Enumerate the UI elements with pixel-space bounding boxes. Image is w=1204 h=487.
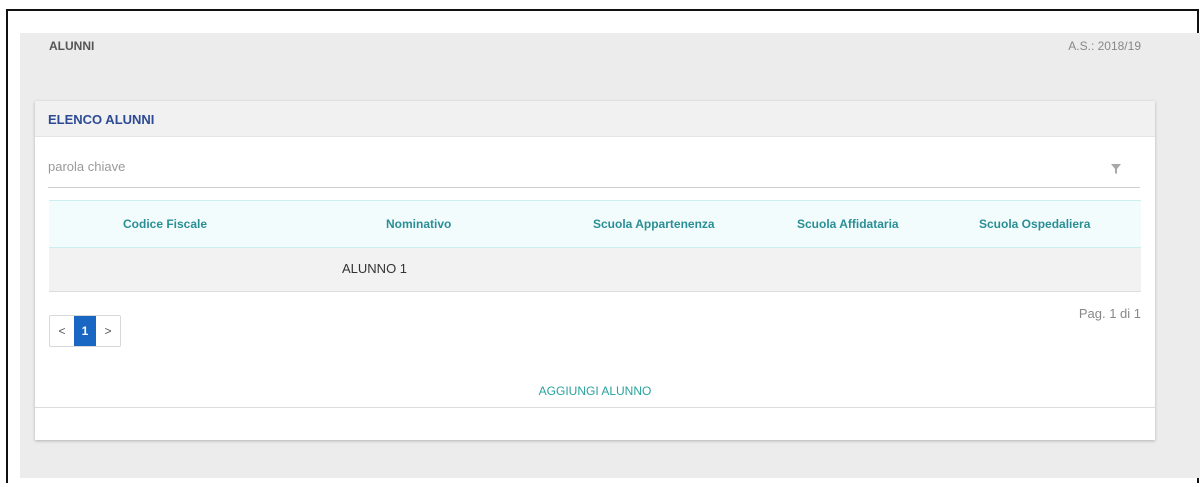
page-title: ALUNNI xyxy=(49,39,95,53)
table-row[interactable]: ALUNNO 1 xyxy=(49,248,1141,292)
column-header-scuola-affidataria[interactable]: Scuola Affidataria xyxy=(797,217,899,231)
column-header-nominativo[interactable]: Nominativo xyxy=(386,217,451,231)
page-info: Pag. 1 di 1 xyxy=(1078,306,1141,321)
students-card: ELENCO ALUNNI Codice Fiscale Nominativo … xyxy=(35,101,1155,440)
next-page-button[interactable]: > xyxy=(96,316,120,346)
card-header xyxy=(35,101,1155,137)
filter-icon[interactable] xyxy=(1110,163,1122,175)
school-year-label: A.S.: 2018/19 xyxy=(1068,39,1141,53)
column-header-codice-fiscale[interactable]: Codice Fiscale xyxy=(123,217,207,231)
column-header-scuola-appartenenza[interactable]: Scuola Appartenenza xyxy=(593,217,715,231)
column-header-scuola-ospedaliera[interactable]: Scuola Ospedaliera xyxy=(979,217,1090,231)
prev-page-button[interactable]: < xyxy=(50,316,74,346)
search-field xyxy=(48,155,1140,188)
page-1-button[interactable]: 1 xyxy=(74,316,96,346)
divider xyxy=(35,407,1155,408)
add-student-button[interactable]: AGGIUNGI ALUNNO xyxy=(35,384,1155,398)
card-title: ELENCO ALUNNI xyxy=(48,112,155,127)
students-table: Codice Fiscale Nominativo Scuola Apparte… xyxy=(49,200,1141,292)
cell-nominativo: ALUNNO 1 xyxy=(342,261,408,276)
search-input[interactable] xyxy=(48,159,1088,174)
pagination: < 1 > xyxy=(49,315,121,347)
table-header: Codice Fiscale Nominativo Scuola Apparte… xyxy=(49,200,1141,248)
